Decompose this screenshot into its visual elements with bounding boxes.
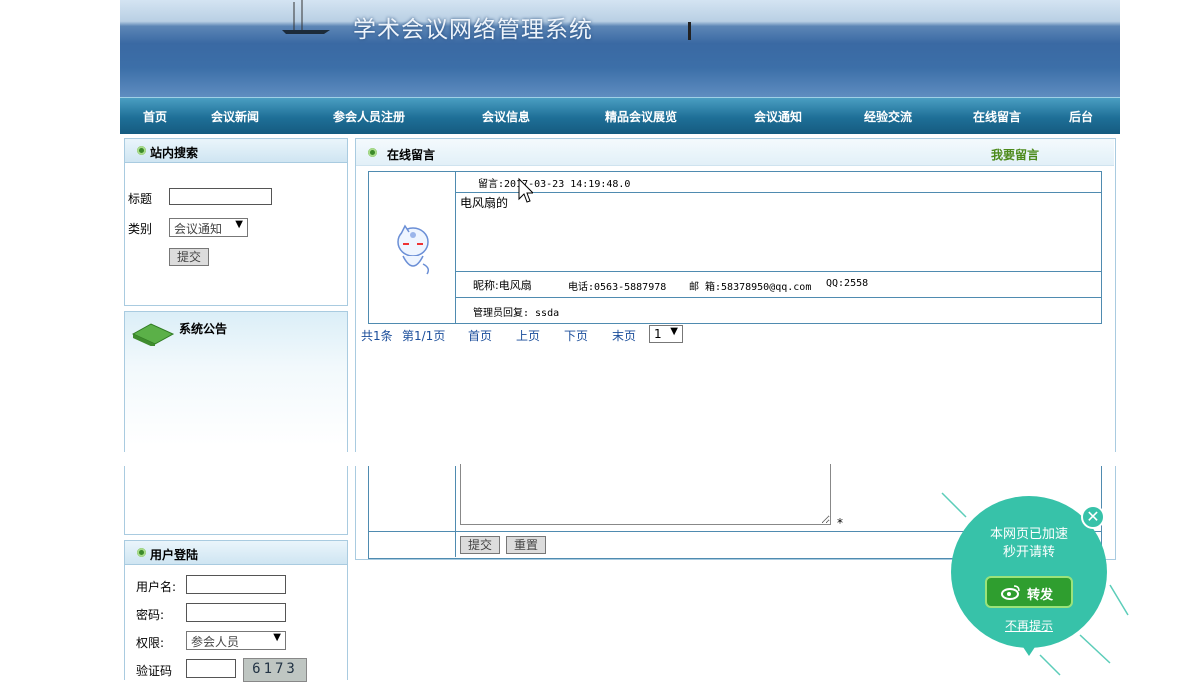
nav-item-admin[interactable]: 后台 [1069, 108, 1093, 125]
required-mark: * [837, 516, 843, 530]
notice-panel-title: 系统公告 [179, 322, 228, 336]
search-category-value: 会议通知 [174, 222, 223, 236]
search-category-select[interactable]: 会议通知 ▼ [169, 218, 248, 237]
login-panel-title: 用户登陆 [150, 548, 199, 562]
popup-close-icon[interactable]: ✕ [1081, 505, 1105, 529]
password-input[interactable] [186, 603, 286, 622]
captcha-input[interactable] [186, 659, 236, 678]
search-panel-header: 站内搜索 [125, 139, 347, 163]
nav-item-exhibition[interactable]: 精品会议展览 [605, 108, 677, 125]
nav-item-register[interactable]: 参会人员注册 [333, 108, 405, 125]
search-submit-button[interactable]: 提交 [169, 248, 209, 266]
pagination-last[interactable]: 末页 [612, 327, 636, 344]
user-avatar-icon [397, 224, 430, 275]
admin-reply: 管理员回复: ssda [473, 308, 560, 319]
table-divider [455, 466, 456, 557]
message-email: 邮 箱:58378950@qq.com [689, 282, 812, 293]
dropdown-arrow-icon: ▼ [273, 632, 281, 643]
role-value: 参会人员 [191, 635, 240, 649]
login-panel: 用户登陆 用户名: 密码: 权限: 参会人员 ▼ 验证码 6173 [124, 540, 348, 682]
nav-item-experience[interactable]: 经验交流 [864, 108, 912, 125]
dropdown-arrow-icon: ▼ [235, 219, 243, 230]
captcha-label: 验证码 [136, 664, 173, 678]
nav-item-guestbook[interactable]: 在线留言 [973, 108, 1021, 125]
password-label: 密码: [136, 608, 165, 622]
search-title-input[interactable] [169, 188, 272, 205]
username-label: 用户名: [136, 580, 177, 594]
popup-tail [1021, 644, 1037, 656]
dropdown-arrow-icon: ▼ [670, 326, 678, 337]
sailboat-icon [282, 0, 330, 34]
popup-line-1: 本网页已加速 [989, 527, 1068, 542]
pagination-total: 共1条 [361, 329, 393, 343]
share-label: 转发 [1027, 588, 1054, 603]
message-body: 电风扇的 [460, 196, 509, 210]
main-nav: 首页 会议新闻 参会人员注册 会议信息 精品会议展览 会议通知 经验交流 在线留… [120, 97, 1120, 134]
search-title-label: 标题 [128, 192, 153, 206]
nav-item-news[interactable]: 会议新闻 [211, 108, 259, 125]
role-label: 权限: [136, 636, 165, 650]
main-header: 在线留言 我要留言 [356, 139, 1114, 166]
dismiss-link[interactable]: 不再提示 [951, 617, 1107, 634]
site-title: 学术会议网络管理系统 [353, 17, 593, 43]
notice-panel: 系统公告 [124, 311, 348, 535]
post-message-link[interactable]: 我要留言 [991, 146, 1039, 163]
bullet-icon [137, 146, 146, 155]
pagination-first[interactable]: 首页 [468, 327, 492, 344]
pagination-page: 第1/1页 [402, 329, 446, 343]
message-qq: QQ:2558 [826, 278, 869, 289]
nav-item-notice[interactable]: 会议通知 [754, 108, 802, 125]
share-button[interactable]: 转发 [985, 576, 1073, 608]
table-divider [456, 271, 1101, 272]
message-header: 留言:2017-03-23 14:19:48.0 [478, 179, 631, 190]
book-icon [131, 323, 175, 346]
mouse-cursor-icon [518, 177, 533, 203]
bullet-icon [137, 548, 146, 557]
reply-submit-button[interactable]: 提交 [460, 536, 500, 554]
pagination-prev[interactable]: 上页 [516, 327, 540, 344]
weibo-icon [1001, 585, 1020, 600]
login-panel-header: 用户登陆 [125, 541, 347, 565]
pagination-select[interactable]: 1 ▼ [649, 325, 683, 343]
username-input[interactable] [186, 575, 286, 594]
captcha-image[interactable]: 6173 [243, 658, 307, 682]
search-category-label: 类别 [128, 222, 153, 236]
header-banner: 学术会议网络管理系统 [120, 0, 1120, 97]
buoy-icon [688, 22, 691, 40]
reply-reset-button[interactable]: 重置 [506, 536, 546, 554]
message-nickname: 昵称:电风扇 [473, 279, 532, 292]
pagination-select-value: 1 [654, 327, 662, 341]
role-select[interactable]: 参会人员 ▼ [186, 631, 286, 650]
search-panel: 站内搜索 标题 类别 会议通知 ▼ 提交 [124, 138, 348, 306]
main-title: 在线留言 [387, 148, 436, 162]
popup-message: 本网页已加速 秒开请转 [951, 526, 1107, 562]
pagination-next[interactable]: 下页 [564, 327, 588, 344]
popup-line-2: 秒开请转 [1002, 545, 1055, 560]
nav-item-home[interactable]: 首页 [143, 108, 167, 125]
message-phone: 电话:0563-5887978 [568, 282, 667, 293]
table-divider [455, 172, 456, 323]
bullet-icon [368, 148, 377, 157]
nav-item-meeting-info[interactable]: 会议信息 [482, 108, 530, 125]
reply-textarea[interactable] [460, 464, 831, 525]
table-divider [456, 192, 1101, 193]
table-divider [456, 297, 1101, 298]
message-table: 留言:2017-03-23 14:19:48.0 电风扇的 昵称:电风扇 电话:… [368, 171, 1102, 324]
search-panel-title: 站内搜索 [150, 146, 199, 160]
